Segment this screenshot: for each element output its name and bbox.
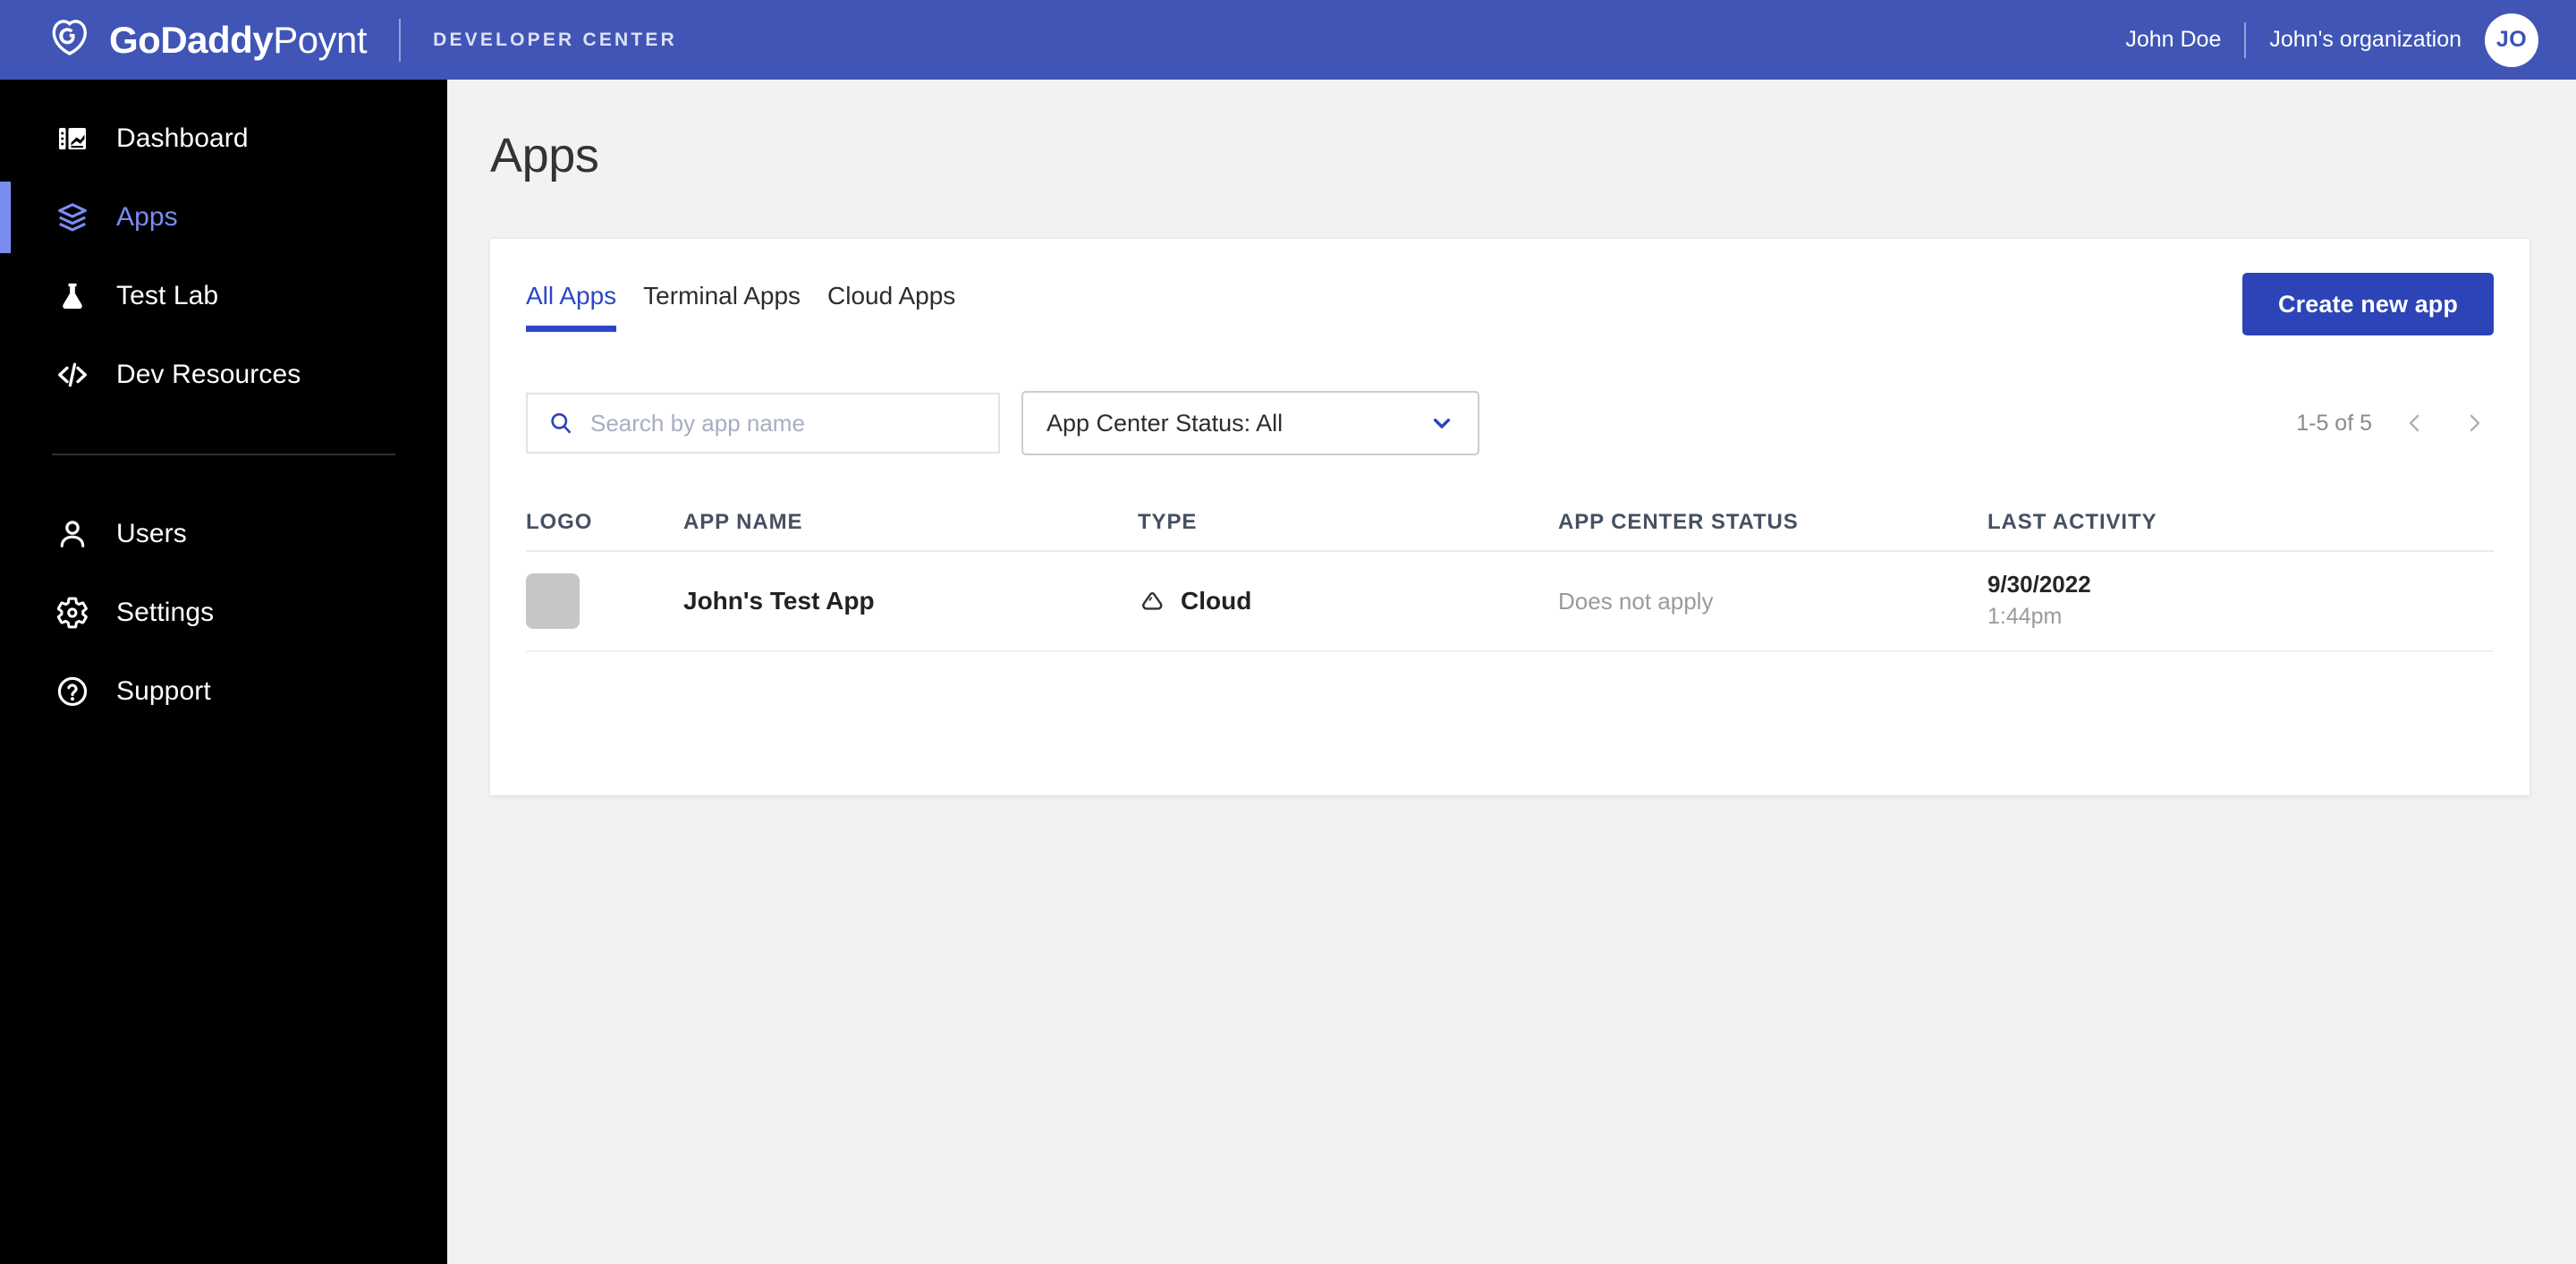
tab-terminal-apps[interactable]: Terminal Apps (643, 282, 801, 332)
column-header-type: TYPE (1138, 510, 1198, 534)
help-circle-icon (52, 671, 93, 712)
tab-bar: All Apps Terminal Apps Cloud Apps Create… (490, 239, 2529, 335)
cell-logo (526, 573, 683, 629)
app-root: GoDaddyPoynt DEVELOPER CENTER John Doe J… (0, 0, 2576, 1264)
column-header-app-name: APP NAME (683, 510, 803, 534)
gear-icon (52, 592, 93, 633)
sidebar-item-label: Users (116, 519, 187, 548)
sidebar: Dashboard Apps Test Lab Dev Resources Us… (0, 80, 447, 1264)
brand-name-bold: GoDaddy (109, 18, 274, 61)
brand-divider (399, 18, 402, 62)
top-header: GoDaddyPoynt DEVELOPER CENTER John Doe J… (0, 0, 2576, 80)
pagination: 1-5 of 5 (2296, 403, 2494, 443)
chevron-down-icon (1428, 409, 1456, 437)
dashboard-icon (52, 118, 93, 159)
column-header-logo: LOGO (526, 510, 593, 534)
app-center-status-value: App Center Status: All (1046, 409, 1284, 437)
filter-bar: App Center Status: All 1-5 of 5 (526, 391, 2529, 455)
flask-icon (52, 276, 93, 317)
cell-app-center-status: Does not apply (1558, 587, 1714, 615)
brand-group[interactable]: GoDaddyPoynt DEVELOPER CENTER (45, 15, 677, 65)
column-header-app-center-status: APP CENTER STATUS (1558, 510, 1799, 534)
cell-last-activity: 9/30/2022 1:44pm (1987, 570, 2494, 632)
cell-type-label: Cloud (1181, 587, 1252, 615)
sidebar-item-label: Settings (116, 598, 215, 627)
header-account-area: John Doe John's organization JO (2125, 0, 2538, 80)
brand-name-light: Poynt (273, 18, 368, 61)
chevron-left-icon[interactable] (2395, 403, 2435, 443)
sidebar-item-dev-resources[interactable]: Dev Resources (0, 335, 447, 414)
user-name[interactable]: John Doe (2125, 27, 2221, 53)
sidebar-item-users[interactable]: Users (0, 495, 447, 573)
layers-icon (52, 197, 93, 238)
tab-cloud-apps[interactable]: Cloud Apps (827, 282, 955, 332)
brand-wordmark: GoDaddyPoynt (109, 18, 368, 62)
sidebar-item-label: Dev Resources (116, 360, 301, 389)
sidebar-item-dashboard[interactable]: Dashboard (0, 99, 447, 178)
last-activity-date: 9/30/2022 (1987, 570, 2091, 598)
chevron-right-icon[interactable] (2454, 403, 2494, 443)
sidebar-item-label: Support (116, 676, 211, 706)
search-box[interactable] (526, 393, 1000, 454)
avatar[interactable]: JO (2485, 13, 2538, 67)
code-icon (52, 354, 93, 395)
cloud-icon (1138, 587, 1166, 615)
app-logo-placeholder-icon (526, 573, 580, 629)
sidebar-item-test-lab[interactable]: Test Lab (0, 257, 447, 335)
table-row[interactable]: John's Test App Cloud Does not apply 9/3… (526, 552, 2494, 652)
sidebar-item-label: Dashboard (116, 123, 249, 153)
column-header-last-activity: LAST ACTIVITY (1987, 510, 2157, 534)
apps-card: All Apps Terminal Apps Cloud Apps Create… (490, 239, 2529, 795)
sidebar-item-label: Test Lab (116, 281, 219, 310)
apps-table: LOGO APP NAME TYPE APP CENTER STATUS LAS… (526, 495, 2494, 652)
godaddy-logo-icon (45, 15, 95, 65)
main-content: Apps All Apps Terminal Apps Cloud Apps C… (447, 80, 2576, 1264)
cell-type: Cloud (1138, 587, 1558, 615)
sidebar-item-support[interactable]: Support (0, 652, 447, 731)
search-icon (547, 410, 574, 437)
app-center-status-select[interactable]: App Center Status: All (1021, 391, 1479, 455)
organization-name[interactable]: John's organization (2269, 27, 2462, 53)
sidebar-item-label: Apps (116, 202, 178, 232)
cell-app-name: John's Test App (683, 587, 875, 615)
brand-subtitle: DEVELOPER CENTER (433, 29, 677, 50)
sidebar-item-settings[interactable]: Settings (0, 573, 447, 652)
create-new-app-button[interactable]: Create new app (2242, 273, 2494, 335)
table-header-row: LOGO APP NAME TYPE APP CENTER STATUS LAS… (526, 495, 2494, 552)
page-title: Apps (490, 129, 599, 182)
header-divider (2244, 21, 2247, 58)
sidebar-divider (52, 454, 395, 455)
search-input[interactable] (590, 409, 998, 437)
pagination-range: 1-5 of 5 (2296, 410, 2372, 436)
last-activity-time: 1:44pm (1987, 604, 2063, 630)
tab-all-apps[interactable]: All Apps (526, 282, 617, 332)
person-icon (52, 513, 93, 555)
sidebar-item-apps[interactable]: Apps (0, 178, 447, 257)
